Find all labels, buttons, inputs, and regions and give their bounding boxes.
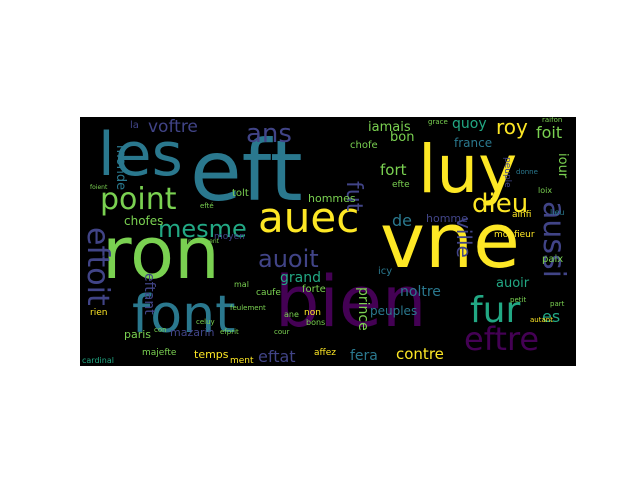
word-elle: efte <box>392 180 410 190</box>
word-monfieur: monfieur <box>494 230 535 240</box>
word-forte: forte <box>302 284 326 295</box>
word-peuple: peuple <box>502 157 512 188</box>
word-lieu: lieu <box>550 208 565 217</box>
word-de: de <box>392 211 412 230</box>
word-caufe: caufe <box>256 288 281 298</box>
word-sera: fera <box>350 348 378 364</box>
word-cardinal: cardinal <box>82 356 114 365</box>
word-temps: temps <box>194 348 229 361</box>
word-hommes: hommes <box>308 192 356 205</box>
word-point: point <box>100 182 177 217</box>
word-feulement: feulement <box>230 304 266 312</box>
word-la: la <box>130 120 139 131</box>
word-foient: foient <box>90 184 108 191</box>
word-efte: efté <box>200 202 214 210</box>
word-mal: mal <box>234 280 249 289</box>
word-ainfi: ainfi <box>512 210 532 220</box>
word-ane: ane <box>284 310 299 319</box>
word-ans: ans <box>246 119 292 149</box>
word-eftat: eftat <box>258 347 296 366</box>
word-noltre: noltre <box>400 284 441 300</box>
word-prince: prince <box>355 287 371 331</box>
word-eftoit: eftoit <box>80 227 115 306</box>
word-part: part <box>550 300 565 308</box>
word-jour: iour <box>555 153 570 179</box>
word-cloud-canvas: eft vne bien ron font luy les auec point… <box>80 117 576 366</box>
word-petit: petit <box>510 296 527 304</box>
word-grace: grace <box>428 118 448 126</box>
word-homme: homme <box>426 212 468 225</box>
word-tout: tolt <box>232 188 249 199</box>
word-roy: roy <box>496 117 528 139</box>
word-autant: autant <box>530 316 553 324</box>
word-parlement: parlement <box>188 238 220 245</box>
word-paix: paix <box>542 254 564 265</box>
word-donne: donne <box>516 168 538 176</box>
word-voftre: voftre <box>148 117 198 137</box>
word-bon: bon <box>390 130 415 145</box>
word-loix: loix <box>538 186 553 195</box>
word-grand: grand <box>280 270 321 286</box>
word-contre: contre <box>396 345 444 363</box>
word-auoit: auoit <box>258 245 319 273</box>
word-foit: foit <box>536 123 563 142</box>
word-bons: bons <box>306 318 326 327</box>
word-paris: paris <box>124 328 152 341</box>
word-cour: cour <box>274 328 290 336</box>
word-affez: affez <box>314 348 336 358</box>
word-raifon: raifon <box>542 117 563 124</box>
word-choie: chofe <box>350 140 378 151</box>
word-auoir: auoir <box>496 276 530 291</box>
word-nous: non <box>304 308 321 318</box>
word-eftre: eftre <box>464 320 540 358</box>
word-majefte: majefte <box>142 348 177 358</box>
word-ament: ment <box>230 356 254 366</box>
word-choses: chofes <box>124 214 164 228</box>
word-con: con <box>154 326 167 334</box>
word-fort: fort <box>380 161 407 179</box>
word-monde: monde <box>113 145 128 191</box>
word-eftant: eftant <box>141 273 157 315</box>
word-quoy: quoy <box>452 117 487 132</box>
word-celuy: celuy <box>196 318 215 326</box>
word-icy: icy <box>378 266 393 277</box>
word-rien: rien <box>90 308 108 318</box>
word-efprit: efprit <box>220 328 239 336</box>
word-peuples: peuples <box>370 304 418 318</box>
word-france: france <box>454 136 493 150</box>
word-mazarin: mazarin <box>170 326 215 339</box>
